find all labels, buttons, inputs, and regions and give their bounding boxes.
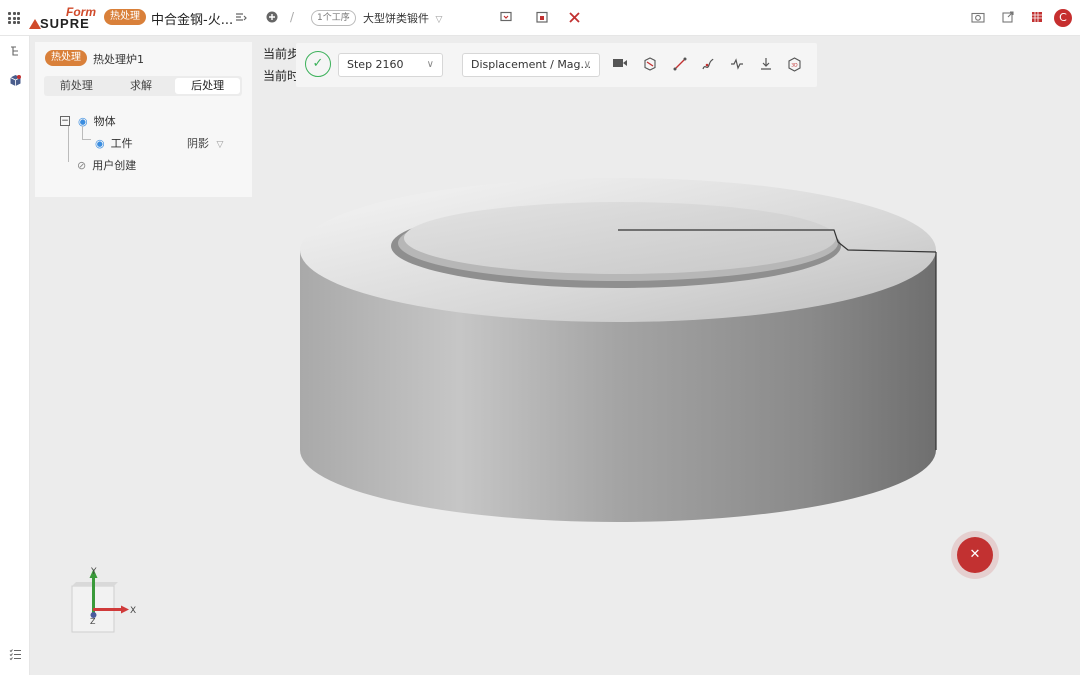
camera-icon[interactable] bbox=[971, 11, 985, 26]
axis-gizmo[interactable]: Y X Z bbox=[66, 562, 144, 642]
step-select-value: Step 2160 bbox=[347, 58, 404, 71]
eye-off-icon[interactable]: ⊘ bbox=[77, 159, 86, 172]
curve-icon[interactable] bbox=[700, 57, 716, 73]
settings-list-icon[interactable] bbox=[235, 11, 247, 26]
eye-icon[interactable]: ◉ bbox=[95, 137, 105, 150]
line-icon[interactable] bbox=[672, 57, 688, 73]
tree-user-row[interactable]: ⊘ 用户创建 bbox=[77, 157, 136, 173]
field-select[interactable]: Displacement / Mag... ∨ bbox=[462, 53, 600, 77]
add-circle-icon[interactable] bbox=[266, 11, 278, 26]
section-icon[interactable] bbox=[642, 57, 658, 73]
tree-workpiece-label: 工件 bbox=[110, 137, 133, 150]
tree-icon[interactable] bbox=[8, 45, 22, 59]
left-rail bbox=[0, 36, 30, 675]
wrench-icon: ✕ bbox=[969, 547, 981, 562]
checklist-icon[interactable] bbox=[8, 648, 22, 662]
tools-fab-button[interactable]: ✕ bbox=[957, 537, 993, 573]
chevron-down-icon: ∨ bbox=[426, 59, 434, 70]
shading-select[interactable]: 阴影 ▽ bbox=[187, 135, 223, 151]
tree-workpiece-row[interactable]: ◉ 工件 bbox=[95, 135, 133, 151]
tree-connector bbox=[68, 126, 75, 162]
mode-badge: 热处理 bbox=[104, 9, 146, 25]
axis-x-label: X bbox=[130, 606, 136, 616]
process-tabs: 前处理 求解 后处理 bbox=[44, 76, 242, 96]
chevron-down-icon: ▽ bbox=[435, 15, 443, 25]
shading-value: 阴影 bbox=[187, 137, 209, 150]
tools-icon[interactable] bbox=[568, 11, 581, 27]
tab-preprocess[interactable]: 前处理 bbox=[44, 76, 109, 96]
export-icon[interactable] bbox=[1002, 11, 1014, 26]
check-icon: ✓ bbox=[305, 51, 331, 77]
chevron-down-icon: ∨ bbox=[583, 59, 591, 70]
video-icon[interactable] bbox=[612, 57, 628, 73]
project-title: 中合金钢-火... bbox=[151, 13, 234, 28]
field-select-value: Displacement / Mag... bbox=[471, 58, 592, 71]
tab-solve[interactable]: 求解 bbox=[109, 76, 174, 96]
furnace-name: 热处理炉1 bbox=[93, 53, 144, 66]
current-time-label: 当前时 bbox=[263, 69, 300, 83]
cube-icon[interactable] bbox=[8, 74, 22, 88]
chevron-down-icon: ▽ bbox=[216, 140, 224, 150]
current-step-label: 当前步 bbox=[263, 47, 300, 61]
avatar[interactable]: C bbox=[1054, 9, 1072, 27]
collapse-icon[interactable]: − bbox=[60, 116, 70, 126]
breadcrumb-separator: / bbox=[290, 10, 295, 24]
panel-mode-badge: 热处理 bbox=[45, 50, 87, 66]
pulse-icon[interactable] bbox=[729, 57, 745, 73]
grid-icon[interactable] bbox=[8, 12, 20, 24]
viewer-toolbar: ✓ Step 2160 ∨ Displacement / Mag... ∨ 3D bbox=[296, 43, 817, 87]
apps-icon[interactable] bbox=[1031, 11, 1043, 26]
3d-view-icon[interactable]: 3D bbox=[786, 57, 802, 73]
step-count-pill[interactable]: 1个工序 bbox=[311, 10, 356, 26]
tree-root-label: 物体 bbox=[93, 115, 116, 128]
model-tree-panel: 热处理 热处理炉1 前处理 求解 后处理 − ◉ 物体 ◉ 工件 阴影 ▽ ⊘ … bbox=[35, 42, 252, 197]
product-title: 大型饼类锻件 bbox=[363, 12, 429, 25]
step-select[interactable]: Step 2160 ∨ bbox=[338, 53, 443, 77]
svg-text:3D: 3D bbox=[791, 63, 798, 69]
monitor-icon[interactable] bbox=[500, 11, 513, 27]
tree-user-label: 用户创建 bbox=[92, 159, 137, 172]
tree-connector bbox=[82, 126, 91, 140]
top-bar: Form SUPRE 热处理 中合金钢-火... / 1个工序 大型饼类锻件 ▽… bbox=[0, 0, 1080, 36]
product-selector[interactable]: 大型饼类锻件 ▽ bbox=[363, 10, 442, 26]
calendar-icon[interactable] bbox=[536, 11, 548, 26]
logo: Form SUPRE bbox=[29, 5, 99, 31]
download-icon[interactable] bbox=[758, 57, 774, 73]
axis-y-label: Y bbox=[90, 567, 97, 577]
workpiece-model[interactable] bbox=[298, 178, 938, 528]
tab-postprocess[interactable]: 后处理 bbox=[175, 78, 241, 94]
axis-z-label: Z bbox=[90, 617, 96, 626]
